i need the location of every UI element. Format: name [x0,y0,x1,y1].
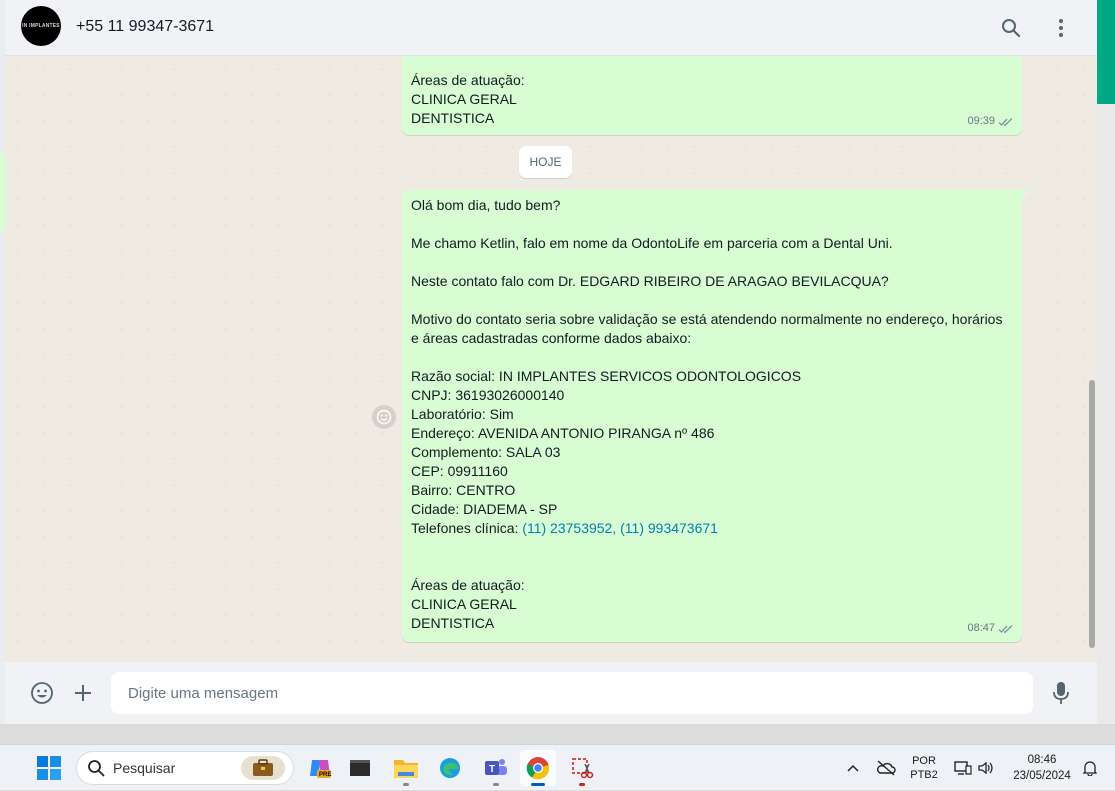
briefcase-icon [241,756,285,780]
input-language-indicator[interactable]: POR PTB2 [904,745,944,791]
message-bubble-outgoing[interactable]: Olá bom dia, tudo bem? Me chamo Ketlin, … [402,190,1030,642]
double-check-icon [998,117,1013,126]
snipping-tool-icon[interactable] [564,750,600,786]
file-explorer-icon[interactable] [388,750,424,786]
message-line: CEP: 09911160 [411,463,508,479]
phones-line: Telefones clínica: (11) 23753952, (11) 9… [411,520,718,536]
chevron-up-icon[interactable] [842,745,864,791]
menu-dots-icon[interactable] [1047,14,1075,42]
message-composer [5,662,1097,724]
message-time: 09:39 [967,112,1014,131]
message-line: Endereço: AVENIDA ANTONIO PIRANGA nº 486 [411,425,715,441]
message-line [411,557,1014,576]
message-line: DENTISTICA [411,615,495,631]
onedrive-offline-icon[interactable] [872,745,900,791]
message-input[interactable] [111,672,1033,714]
emoji-icon[interactable] [28,679,56,707]
avatar[interactable]: IN IMPLANTES [21,6,61,46]
network-icon [954,761,972,775]
search-icon[interactable] [997,14,1025,42]
teams-icon[interactable]: T [478,750,514,786]
taskbar-search[interactable]: Pesquisar [76,751,294,785]
copilot-badge: PRE [319,772,332,778]
contact-name[interactable]: +55 11 99347-3671 [76,18,214,36]
chrome-icon[interactable] [520,750,556,786]
volume-icon [978,761,993,775]
chat-header: IN IMPLANTES +55 11 99347-3671 [5,0,1097,56]
search-icon [88,760,105,777]
windows-taskbar: Pesquisar PRE T POR PTB2 08:46 23/05/202… [0,744,1115,790]
chat-scrollbar[interactable] [1088,56,1096,662]
message-line: Áreas de atuação: [411,72,525,88]
avatar-logo-text: IN IMPLANTES [22,23,60,29]
copilot-icon[interactable]: PRE [302,750,338,786]
message-line: Cidade: DIADEMA - SP [411,501,558,517]
taskbar-clock[interactable]: 08:46 23/05/2024 [1004,745,1080,791]
microphone-icon[interactable] [1047,679,1075,707]
attach-plus-icon[interactable] [69,679,97,707]
message-line [411,253,1014,272]
message-line [411,348,1014,367]
message-line: Motivo do contato seria sobre validação … [411,311,1003,327]
network-volume-tray[interactable] [950,745,998,791]
message-line: Neste contato falo com Dr. EDGARD RIBEIR… [411,273,889,289]
message-line: Me chamo Ketlin, falo em nome da OdontoL… [411,235,893,251]
message-line: Áreas de atuação: [411,577,525,593]
emoji-reaction-icon[interactable] [372,405,396,429]
message-line: e áreas cadastradas conforme dados abaix… [411,330,692,346]
whatsapp-chat-window: IN IMPLANTES +55 11 99347-3671 Áreas de … [5,0,1097,724]
phone-link[interactable]: (11) 23753952 [522,520,612,536]
edge-browser-icon[interactable] [432,750,468,786]
message-line: Laboratório: Sim [411,406,514,422]
message-line: CLINICA GERAL [411,596,517,612]
search-placeholder: Pesquisar [113,760,176,776]
phone-link[interactable]: (11) 993473671 [620,520,718,536]
windows-start-icon[interactable] [36,755,62,781]
message-list[interactable]: Áreas de atuação: CLINICA GERAL DENTISTI… [5,56,1097,662]
message-line: Olá bom dia, tudo bem? [411,197,561,213]
message-line: CNPJ: 36193026000140 [411,387,565,403]
terminal-icon[interactable] [342,750,378,786]
scrollbar-thumb[interactable] [1089,380,1095,648]
double-check-icon [998,624,1013,633]
message-bubble-outgoing[interactable]: Áreas de atuação: CLINICA GERAL DENTISTI… [402,56,1022,135]
notification-bell-icon[interactable] [1080,745,1100,791]
svg-text:T: T [489,764,495,775]
message-line [411,291,1014,310]
message-line: CLINICA GERAL [411,91,517,107]
message-line: Bairro: CENTRO [411,482,516,498]
message-line [411,215,1014,234]
message-line [411,538,1014,557]
message-line: Razão social: IN IMPLANTES SERVICOS ODON… [411,368,802,384]
date-divider: HOJE [519,146,572,178]
message-line: Complemento: SALA 03 [411,444,561,460]
message-time: 08:47 [967,619,1014,638]
message-line: DENTISTICA [411,110,495,126]
background-window-strip-right [1097,0,1115,724]
